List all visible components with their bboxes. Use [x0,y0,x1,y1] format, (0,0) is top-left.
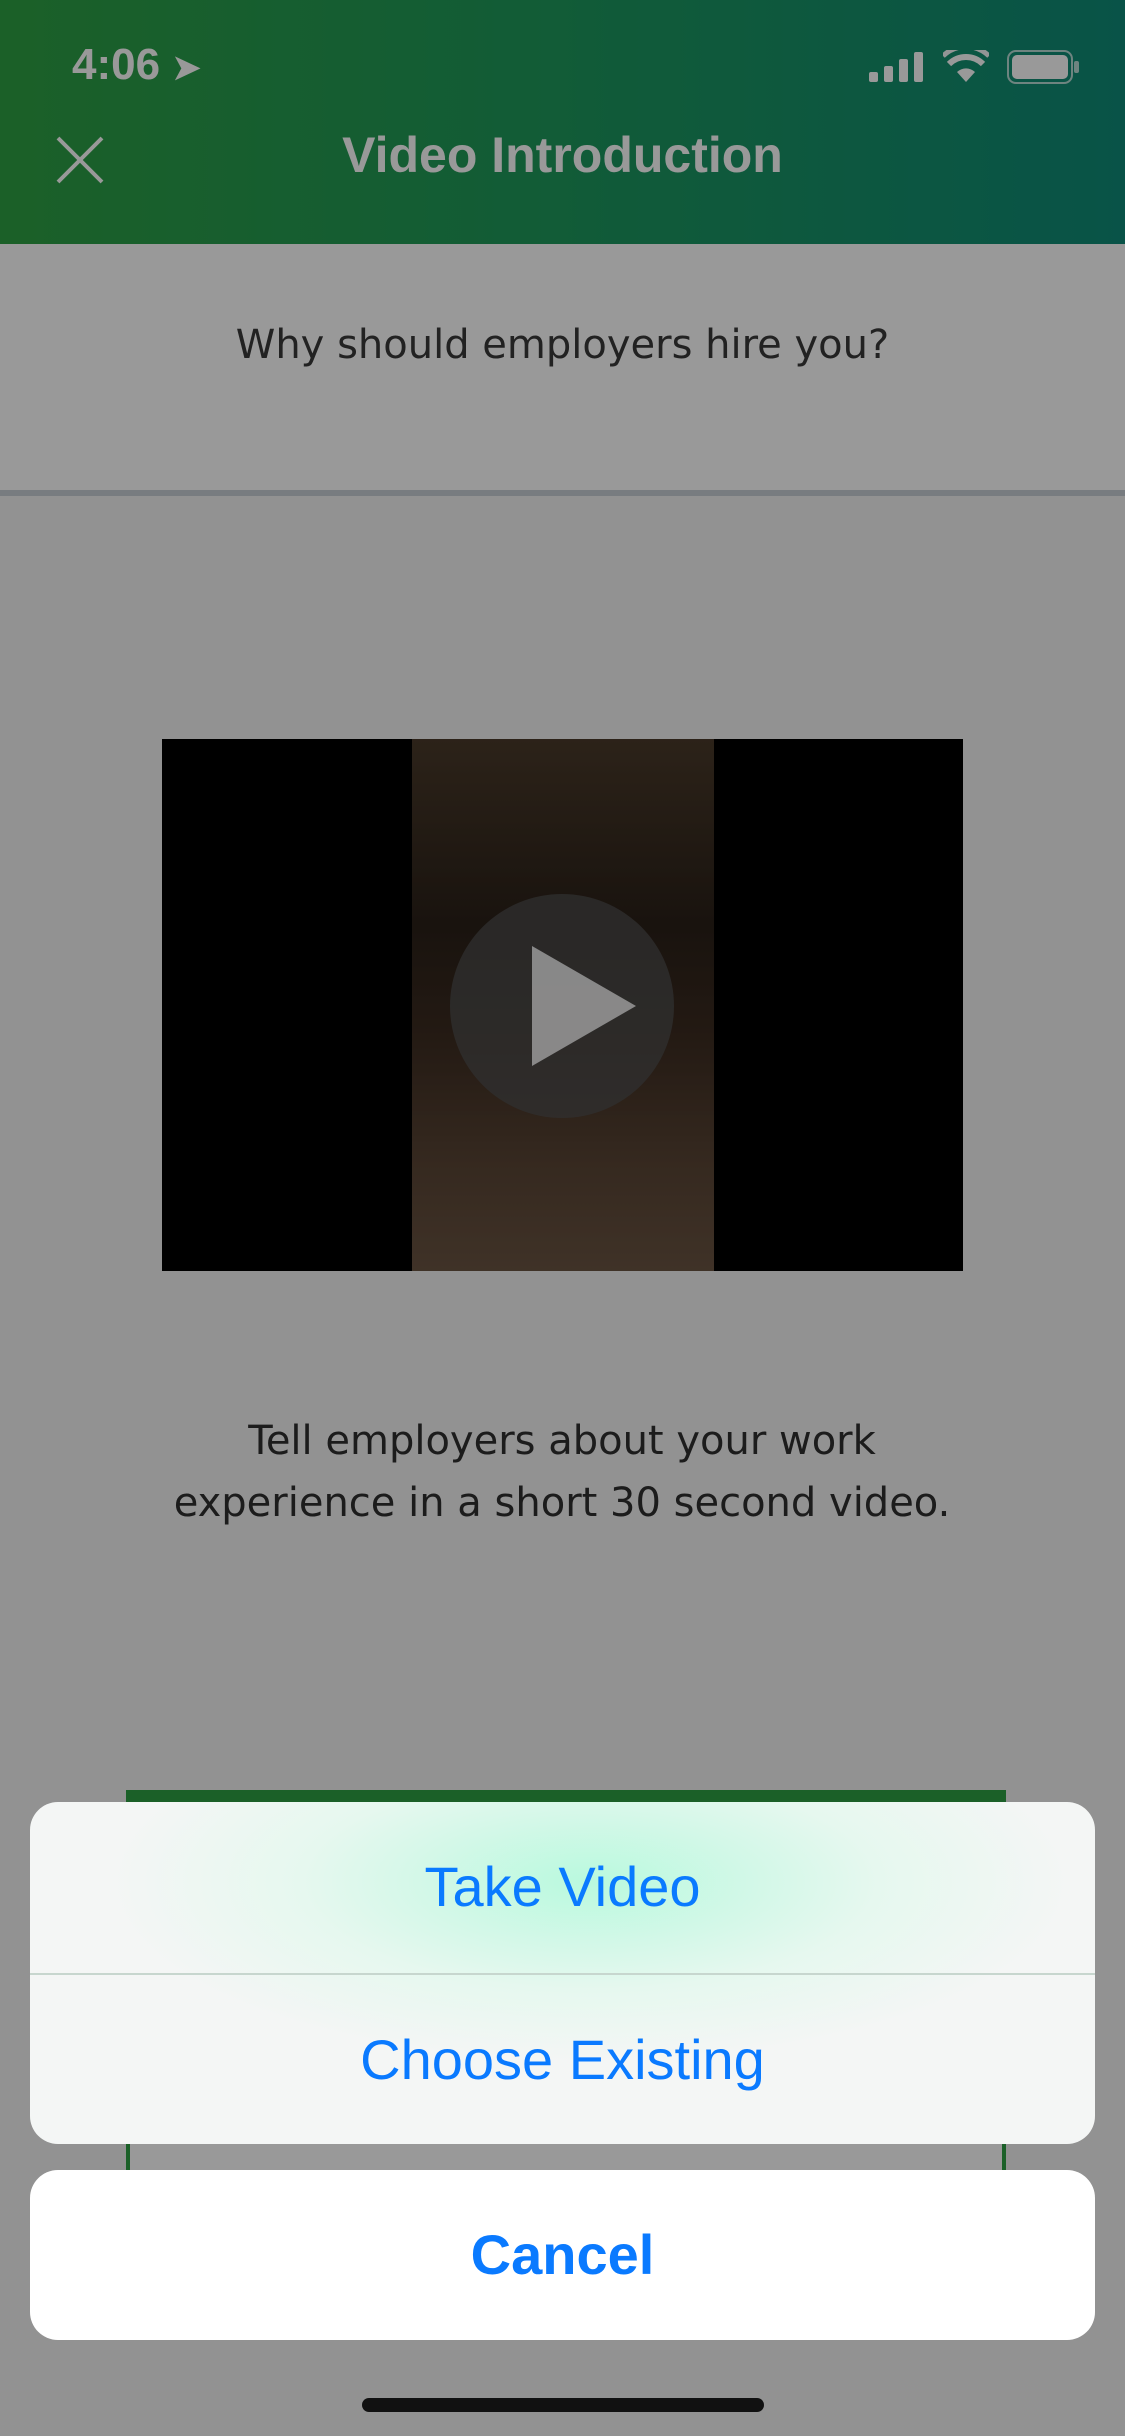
action-sheet: Take Video Choose Existing [30,1802,1095,2144]
cancel-button[interactable]: Cancel [30,2170,1095,2340]
home-indicator[interactable] [362,2398,764,2412]
screen: 4:06 ➤ Video Introduction Why should emp… [0,0,1125,2436]
take-video-button[interactable]: Take Video [30,1802,1095,1972]
choose-existing-button[interactable]: Choose Existing [30,1975,1095,2144]
